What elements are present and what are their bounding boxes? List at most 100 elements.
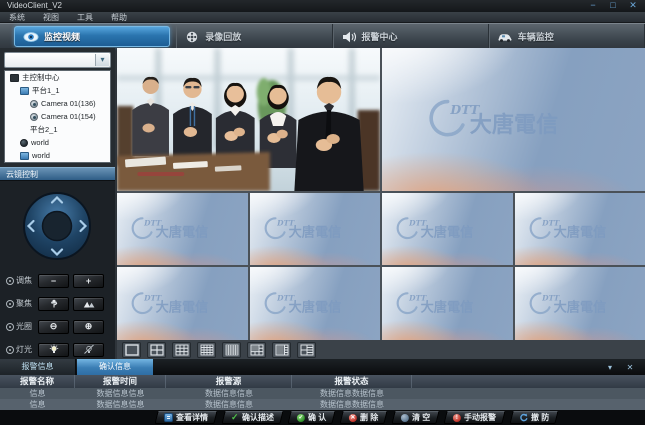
svg-text:大唐電信: 大唐電信 xyxy=(288,298,341,315)
detail-icon xyxy=(164,413,173,422)
meeting-room-scene xyxy=(117,48,380,191)
video-cell-idle[interactable]: DTT大唐電信 xyxy=(382,193,513,265)
table-row[interactable]: 信息 数据信息信息 数据信息信息 数据信息数据信息 xyxy=(0,399,645,410)
delete-icon: ✕ xyxy=(349,414,357,422)
minimize-button[interactable]: − xyxy=(587,0,599,12)
layout-6-button[interactable] xyxy=(297,342,316,358)
iris-indicator-icon xyxy=(6,323,14,331)
tree-item-world-1[interactable]: world xyxy=(5,136,110,149)
tree-item-platform2[interactable]: 平台2_1 xyxy=(5,123,110,136)
table-row[interactable]: 信息 数据信息信息 数据信息信息 数据信息数据信息 xyxy=(0,388,645,399)
menu-system[interactable]: 系统 xyxy=(9,12,25,23)
ptz-iris-row: 光圈 ⊖ ⊕ xyxy=(6,319,111,334)
layout-25-button[interactable] xyxy=(222,342,241,358)
eye-icon xyxy=(23,31,39,43)
layout-1-button[interactable] xyxy=(122,342,141,358)
video-wall: DTT 大唐電信 DTT大唐電信 DTT大唐電信 DTT大唐電信 DTT大唐電信… xyxy=(117,48,645,340)
ptz-title: 云镜控制 xyxy=(6,170,38,179)
column-alarm-name: 报警名称 xyxy=(0,375,75,388)
device-group-dropdown[interactable]: ▾ xyxy=(4,52,111,68)
zoom-out-button[interactable]: − xyxy=(38,274,69,288)
panel-collapse-icon[interactable]: ▾ xyxy=(603,363,617,373)
tab-label: 车辆监控 xyxy=(518,30,554,43)
nav-toolbar: 监控视频 录像回放 报警中心 车辆监控 xyxy=(0,23,645,48)
panel-close-icon[interactable]: ✕ xyxy=(623,363,637,373)
alarm-button-bar: 查看详情 ✓ 确认描述 ✓ 确 认 ✕ 删 除 清 空 ! 手动报警 xyxy=(0,410,645,425)
tree-item-world-2[interactable]: world xyxy=(5,149,110,162)
menu-tools[interactable]: 工具 xyxy=(77,12,93,23)
video-cell-idle[interactable]: DTT大唐電信 xyxy=(250,267,381,340)
ptz-panel-header: 云镜控制 xyxy=(0,167,115,180)
device-tree: 主控制中心 平台1_1 Camera 01(136) Camera 01(154… xyxy=(4,70,111,163)
iris-close-button[interactable]: ⊖ xyxy=(38,320,69,334)
camera-icon xyxy=(30,113,38,121)
column-alarm-source: 报警源 xyxy=(166,375,292,388)
svg-text:大唐電信: 大唐電信 xyxy=(421,223,474,240)
check-icon: ✓ xyxy=(231,412,239,423)
svg-text:大唐電信: 大唐電信 xyxy=(156,298,209,315)
tab-alarm-info[interactable]: 报警信息 xyxy=(0,359,76,375)
ptz-focus-row: 聚焦 xyxy=(6,296,111,311)
menu-view[interactable]: 视图 xyxy=(43,12,59,23)
light-on-button[interactable] xyxy=(38,343,69,357)
zoom-in-button[interactable]: + xyxy=(73,274,104,288)
clear-button[interactable]: 清 空 xyxy=(391,411,439,424)
video-cell-idle[interactable]: DTT大唐電信 xyxy=(382,267,513,340)
video-cell-idle[interactable]: DTT大唐電信 xyxy=(117,267,248,340)
video-cell-idle[interactable]: DTT大唐電信 xyxy=(250,193,381,265)
focus-indicator-icon xyxy=(6,300,14,308)
confirm-description-button[interactable]: ✓ 确认描述 xyxy=(221,411,283,424)
tab-vehicle-monitoring[interactable]: 车辆监控 xyxy=(489,24,645,49)
tree-item-camera-136[interactable]: Camera 01(136) xyxy=(5,97,110,110)
video-cell-idle[interactable]: DTT大唐電信 xyxy=(515,193,645,265)
view-details-button[interactable]: 查看详情 xyxy=(154,411,217,424)
ptz-light-row: 灯光 xyxy=(6,342,111,357)
column-alarm-status: 报警状态 xyxy=(292,375,412,388)
delete-button[interactable]: ✕ 删 除 xyxy=(339,411,387,424)
ptz-zoom-row: 调焦 − + xyxy=(6,273,111,288)
tab-label: 监控视频 xyxy=(44,30,80,43)
film-reel-icon xyxy=(184,31,200,43)
layout-1-plus-5-button[interactable] xyxy=(247,342,266,358)
tab-alarm-center[interactable]: 报警中心 xyxy=(333,24,489,49)
alarm-table-header: 报警名称 报警时间 报警源 报警状态 xyxy=(0,375,645,388)
camera-icon xyxy=(30,100,38,108)
device-panel: ▾ 主控制中心 平台1_1 Camera 01(136) Camera 01(1… xyxy=(0,48,115,359)
window-title: VideoClient_V2 xyxy=(7,1,62,10)
car-icon xyxy=(497,31,513,43)
focus-near-button[interactable] xyxy=(38,297,69,311)
confirm-button[interactable]: ✓ 确 认 xyxy=(287,411,335,424)
layout-16-button[interactable] xyxy=(197,342,216,358)
alarm-tab-bar: 报警信息 确认信息 ▾ ✕ xyxy=(0,359,645,375)
layout-4-button[interactable] xyxy=(147,342,166,358)
tree-item-platform1[interactable]: 平台1_1 xyxy=(5,84,110,97)
light-indicator-icon xyxy=(6,346,14,354)
manual-alarm-button[interactable]: ! 手动报警 xyxy=(444,411,506,424)
iris-open-button[interactable]: ⊕ xyxy=(73,320,104,334)
tab-confirm-info[interactable]: 确认信息 xyxy=(77,359,153,375)
menu-help[interactable]: 帮助 xyxy=(111,12,127,23)
monitor-dark-icon xyxy=(10,74,19,82)
light-off-icon xyxy=(83,344,95,355)
video-cell-idle[interactable]: DTT大唐電信 xyxy=(117,193,248,265)
tree-item-control-center[interactable]: 主控制中心 xyxy=(5,71,110,84)
chevron-down-icon[interactable]: ▾ xyxy=(95,54,109,66)
maximize-button[interactable]: □ xyxy=(607,0,619,12)
disarm-button[interactable]: 撤 防 xyxy=(510,411,559,424)
video-cell-idle[interactable]: DTT 大唐電信 xyxy=(382,48,645,191)
tree-item-camera-154[interactable]: Camera 01(154) xyxy=(5,110,110,123)
svg-text:大唐電信: 大唐電信 xyxy=(421,298,474,315)
close-button[interactable]: ✕ xyxy=(627,0,639,12)
video-cell-live-meeting[interactable] xyxy=(117,48,380,191)
layout-9-button[interactable] xyxy=(172,342,191,358)
light-off-button[interactable] xyxy=(73,343,104,357)
focus-far-button[interactable] xyxy=(73,297,104,311)
ptz-direction-pad[interactable] xyxy=(22,191,92,261)
layout-1-plus-7-button[interactable] xyxy=(272,342,291,358)
svg-text:大唐電信: 大唐電信 xyxy=(156,223,209,240)
tab-surveillance-video[interactable]: 监控视频 xyxy=(14,26,170,47)
video-cell-idle[interactable]: DTT大唐電信 xyxy=(515,267,645,340)
tab-video-playback[interactable]: 录像回放 xyxy=(176,24,332,49)
column-alarm-time: 报警时间 xyxy=(75,375,166,388)
disarm-icon xyxy=(519,413,528,422)
